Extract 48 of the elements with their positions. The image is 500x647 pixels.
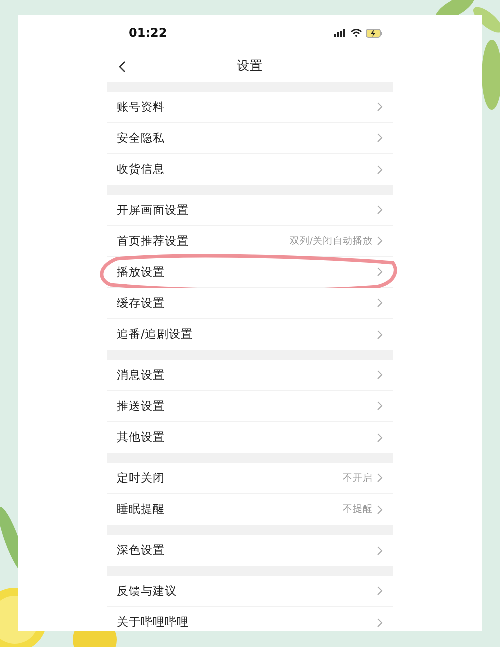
signal-icon	[334, 29, 347, 37]
settings-item[interactable]: 关于哔哩哔哩	[107, 607, 393, 631]
status-time: 01:22	[129, 26, 168, 40]
item-value: 双列/关闭自动播放	[290, 234, 373, 248]
settings-item[interactable]: 收货信息	[107, 154, 393, 185]
item-label: 消息设置	[117, 368, 166, 382]
item-label: 深色设置	[117, 543, 166, 558]
item-label: 追番/追剧设置	[117, 327, 194, 342]
chevron-right-icon	[377, 370, 383, 380]
settings-item[interactable]: 睡眠提醒 不提醒	[107, 494, 393, 525]
chevron-right-icon	[377, 586, 383, 596]
item-label: 缓存设置	[117, 296, 166, 310]
chevron-right-icon	[377, 546, 383, 556]
item-label: 反馈与建议	[117, 584, 178, 598]
item-label: 其他设置	[117, 430, 166, 445]
settings-item[interactable]: 追番/追剧设置	[107, 319, 393, 350]
chevron-right-icon	[377, 164, 383, 174]
wifi-icon	[351, 29, 362, 37]
leaf-drawing	[482, 40, 500, 110]
page-title: 设置	[237, 58, 263, 75]
chevron-right-icon	[377, 298, 383, 308]
chevron-right-icon	[377, 133, 383, 143]
chevron-right-icon	[377, 432, 383, 442]
chevron-right-icon	[377, 330, 383, 340]
chevron-right-icon	[377, 504, 383, 514]
item-label: 首页推荐设置	[117, 234, 190, 248]
chevron-right-icon	[377, 205, 383, 215]
chevron-right-icon	[377, 473, 383, 483]
item-value: 不开启	[343, 472, 373, 484]
chevron-right-icon	[377, 236, 383, 246]
item-label: 定时关闭	[117, 470, 166, 486]
item-label: 播放设置	[117, 264, 166, 280]
battery-icon	[366, 28, 383, 38]
item-label: 账号资料	[117, 100, 166, 114]
item-label: 开屏画面设置	[117, 202, 190, 218]
chevron-right-icon	[377, 267, 383, 277]
item-value: 不提醒	[343, 503, 373, 516]
chevron-right-icon	[377, 618, 383, 628]
chevron-right-icon	[377, 102, 383, 112]
settings-item[interactable]: 深色设置	[107, 535, 393, 566]
settings-item[interactable]: 其他设置	[107, 422, 393, 453]
item-label: 收货信息	[117, 162, 166, 177]
item-label: 安全隐私	[117, 130, 166, 146]
item-label: 关于哔哩哔哩	[117, 615, 190, 630]
back-icon[interactable]	[119, 61, 126, 73]
item-label: 睡眠提醒	[117, 502, 166, 517]
item-label: 推送设置	[117, 398, 166, 414]
chevron-right-icon	[377, 401, 383, 411]
